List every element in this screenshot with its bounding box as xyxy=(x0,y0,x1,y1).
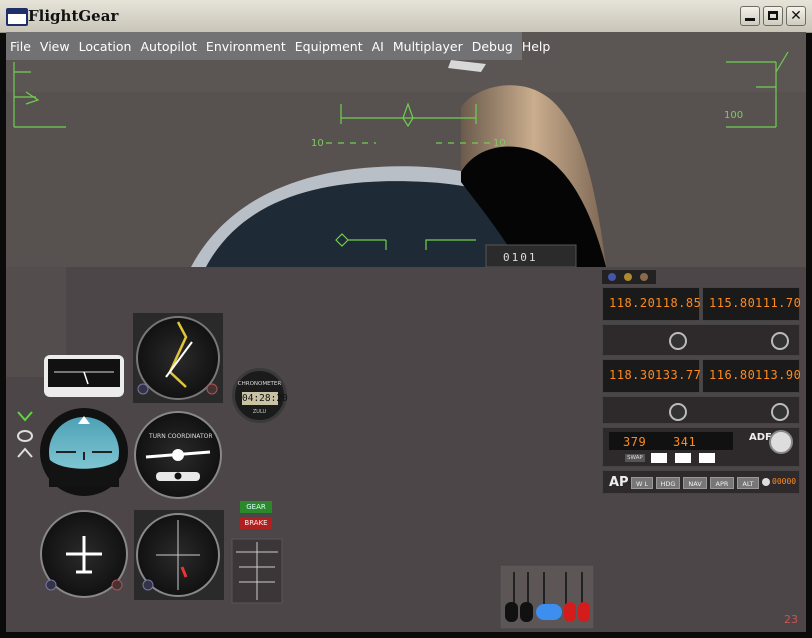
com2-knob[interactable] xyxy=(771,403,789,421)
vor-gauge xyxy=(134,510,224,600)
hud-altitude: 100 xyxy=(724,110,744,121)
odometer: 0101 xyxy=(494,247,574,267)
close-button[interactable]: ✕ xyxy=(786,6,806,26)
frame-rate-counter: 23 xyxy=(784,613,798,626)
menu-autopilot[interactable]: Autopilot xyxy=(140,39,196,54)
nav1-panel[interactable]: 118.20 118.85 xyxy=(602,287,702,321)
flight-view[interactable]: File View Location Autopilot Environment… xyxy=(6,32,806,632)
nav1-standby: 118.85 xyxy=(655,296,702,310)
menu-debug[interactable]: Debug xyxy=(472,39,513,54)
turn-coordinator-label: TURN COORDINATOR xyxy=(149,433,213,440)
adf-button-3[interactable] xyxy=(675,453,691,463)
com1-panel[interactable]: 118.30 133.77 xyxy=(602,359,702,393)
chronometer-time: 04:28:20 xyxy=(242,392,288,405)
com2-panel[interactable]: 116.80 113.90 xyxy=(702,359,802,393)
chronometer-mode: ZULU xyxy=(252,409,267,415)
com1-active: 118.30 xyxy=(609,368,656,382)
com2-standby: 113.90 xyxy=(755,368,802,382)
nav2-knob[interactable] xyxy=(771,332,789,350)
menu-view[interactable]: View xyxy=(40,39,70,54)
adf-swap-button[interactable]: SWAP xyxy=(625,454,645,462)
menu-location[interactable]: Location xyxy=(79,39,132,54)
adf-standby: 341 xyxy=(673,435,697,449)
com1-standby: 133.77 xyxy=(655,368,702,382)
maximize-button[interactable] xyxy=(763,6,783,26)
flightgear-window: FlightGear ✕ File View Location Autopilo… xyxy=(0,0,812,638)
nav1-active: 118.20 xyxy=(609,296,656,310)
adf-button-4[interactable] xyxy=(699,453,715,463)
nav2-panel[interactable]: 115.80 111.70 xyxy=(702,287,802,321)
menu-multiplayer[interactable]: Multiplayer xyxy=(393,39,463,54)
trim-gauge xyxy=(231,538,283,604)
nav2-active: 115.80 xyxy=(709,296,756,310)
hud-pitch-left: 10 xyxy=(311,138,324,149)
gear-indicator: GEAR xyxy=(240,501,272,513)
autopilot-panel: AP W L HDG NAV APR ALT 00000 xyxy=(602,470,800,494)
heading-indicator-gauge xyxy=(133,313,223,403)
window-title: FlightGear xyxy=(28,7,119,25)
throttle-quadrant xyxy=(499,564,595,630)
ap-wl-button[interactable]: W L xyxy=(631,477,653,489)
title-bar[interactable]: FlightGear ✕ xyxy=(0,0,812,33)
rpm-gauge xyxy=(44,355,124,397)
com2-active: 116.80 xyxy=(709,368,756,382)
radio-knob-row-2 xyxy=(602,396,800,424)
com1-knob[interactable] xyxy=(669,403,687,421)
odometer-digits: 0101 xyxy=(503,251,538,264)
menu-help[interactable]: Help xyxy=(522,39,551,54)
hud-pitch-right: 10 xyxy=(493,138,506,149)
marker-lights xyxy=(602,270,656,284)
ap-nav-button[interactable]: NAV xyxy=(683,477,707,489)
ap-apr-button[interactable]: APR xyxy=(710,477,734,489)
autopilot-label: AP xyxy=(609,475,629,490)
adf-active: 379 xyxy=(623,435,647,449)
heading-indicator-lower xyxy=(40,510,128,598)
minimize-button[interactable] xyxy=(740,6,760,26)
app-icon xyxy=(6,8,28,26)
brake-indicator: BRAKE xyxy=(240,517,272,529)
menu-file[interactable]: File xyxy=(10,39,31,54)
menu-equipment[interactable]: Equipment xyxy=(295,39,363,54)
radio-stack: 118.20 118.85 115.80 111.70 118.30 133.7… xyxy=(600,270,802,500)
nav1-knob[interactable] xyxy=(669,332,687,350)
menu-environment[interactable]: Environment xyxy=(206,39,286,54)
ap-knob[interactable] xyxy=(762,478,770,486)
ap-display: 00000 xyxy=(772,477,797,486)
chronometer: CHRONOMETER 04:28:20 ZULU xyxy=(232,368,288,423)
ap-alt-button[interactable]: ALT xyxy=(737,477,759,489)
nav2-standby: 111.70 xyxy=(755,296,802,310)
turn-coordinator-gauge xyxy=(134,411,222,499)
attitude-indicator-gauge xyxy=(40,408,128,496)
radio-knob-row-1 xyxy=(602,324,800,356)
ap-hdg-button[interactable]: HDG xyxy=(656,477,680,489)
adf-panel[interactable]: 379 341 ADF SWAP xyxy=(602,427,800,467)
menu-ai[interactable]: AI xyxy=(372,39,384,54)
adf-button-2[interactable] xyxy=(651,453,667,463)
menu-bar: File View Location Autopilot Environment… xyxy=(6,32,550,60)
adf-knob[interactable] xyxy=(769,430,793,454)
chronometer-label: CHRONOMETER xyxy=(237,381,282,387)
